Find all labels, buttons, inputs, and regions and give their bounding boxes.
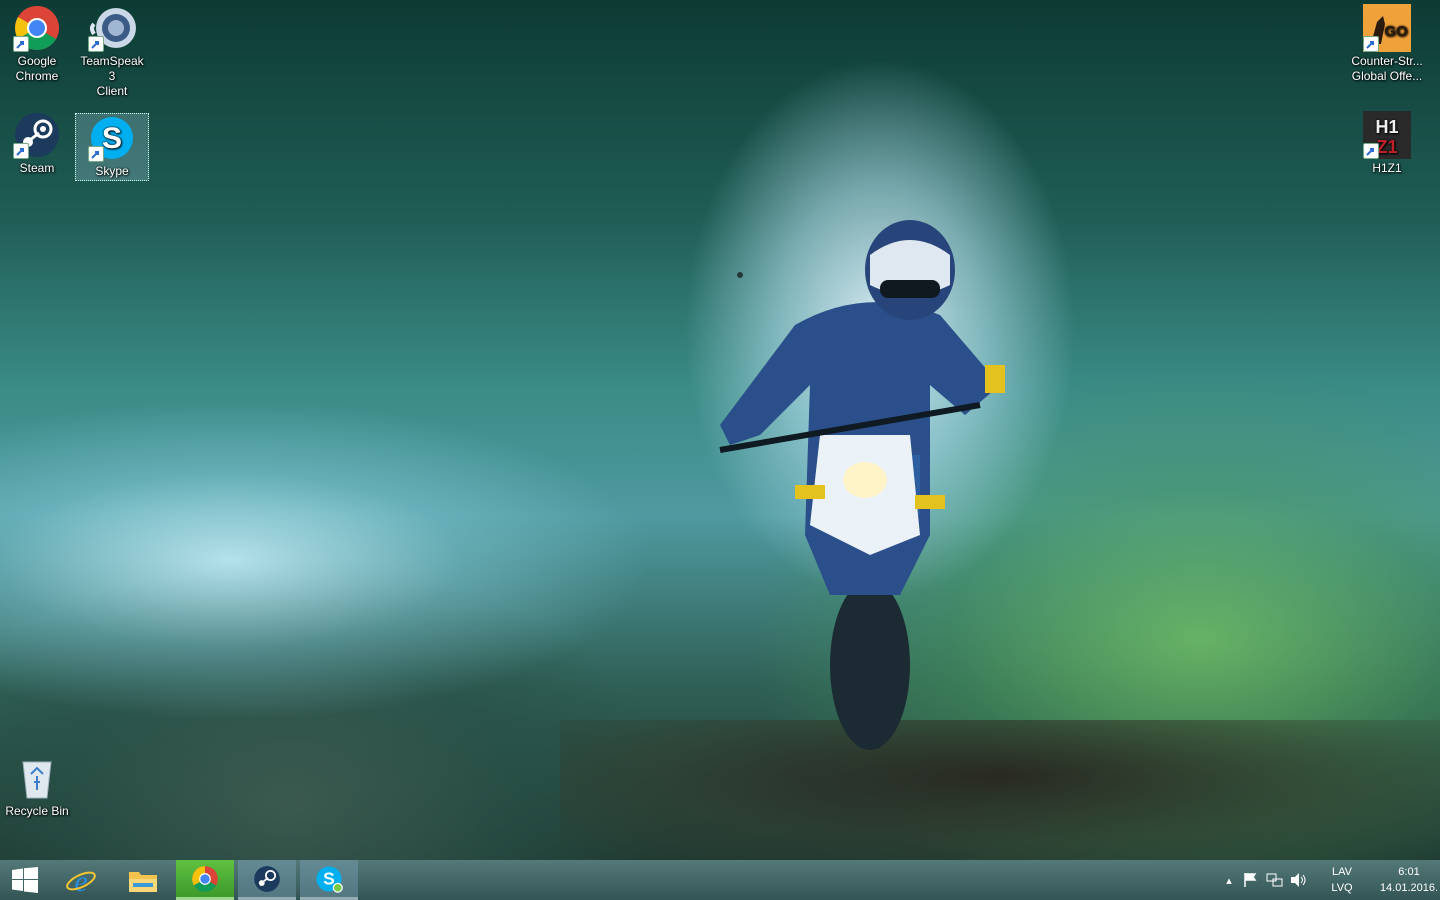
steam-icon — [254, 865, 280, 892]
desktop-icon-label: Steam — [19, 161, 55, 175]
svg-text:S: S — [323, 868, 335, 888]
svg-text:S: S — [102, 122, 122, 155]
shortcut-arrow-icon — [88, 36, 104, 52]
svg-text:H1: H1 — [1375, 117, 1398, 137]
clock[interactable]: 6:01 14.01.2016. — [1374, 864, 1440, 896]
desktop-icon-label: H1Z1 — [1372, 161, 1402, 175]
taskbar-steam[interactable] — [238, 860, 296, 900]
taskbar: e S ▴ LAV LVQ 6:01 14.01.2016. — [0, 860, 1440, 900]
desktop-icon-csgo[interactable]: GO Counter-Str... Global Offe... — [1351, 0, 1423, 84]
desktop-icon-recycle-bin[interactable]: Recycle Bin — [1, 750, 73, 819]
wallpaper-motorcyclist — [719, 220, 1005, 750]
desktop-icon-google-chrome[interactable]: Google Chrome — [1, 0, 73, 84]
windows-logo-icon — [12, 867, 38, 893]
show-hidden-icons-chevron-icon[interactable]: ▴ — [1222, 874, 1236, 887]
desktop-icon-label: Skype — [95, 164, 129, 178]
desktop-icon-label: TeamSpeak 3 Client — [80, 54, 144, 98]
taskbar-skype[interactable]: S — [300, 860, 358, 900]
desktop-icon-label: Recycle Bin — [5, 804, 69, 818]
csgo-icon: GO — [1363, 4, 1411, 52]
shortcut-arrow-icon — [1363, 36, 1379, 52]
desktop-icon-label: Counter-Str... Global Offe... — [1351, 54, 1423, 83]
network-icon[interactable] — [1266, 872, 1284, 888]
svg-text:e: e — [74, 865, 87, 896]
start-button[interactable] — [0, 860, 50, 900]
desktop-icon-teamspeak[interactable]: TeamSpeak 3 Client — [76, 0, 148, 99]
volume-icon[interactable] — [1290, 872, 1308, 888]
action-center-flag-icon[interactable] — [1242, 872, 1258, 888]
desktop-icon-steam[interactable]: Steam — [1, 107, 73, 176]
chrome-icon — [192, 865, 218, 892]
internet-explorer-icon: e — [66, 865, 96, 896]
desktop-wallpaper — [0, 0, 1440, 860]
taskbar-file-explorer[interactable] — [114, 860, 172, 900]
keyboard-layout-code: LVQ — [1331, 882, 1353, 894]
clock-time: 6:01 — [1398, 866, 1420, 878]
skype-icon: S — [316, 866, 343, 893]
language-code: LAV — [1332, 866, 1352, 878]
taskbar-internet-explorer[interactable]: e — [52, 860, 110, 900]
chrome-icon — [13, 4, 61, 52]
skype-icon: S — [88, 114, 136, 162]
folder-icon — [129, 872, 157, 892]
desktop-icon-h1z1[interactable]: H1 Z1 H1Z1 — [1351, 107, 1423, 176]
shortcut-arrow-icon — [13, 36, 29, 52]
desktop-icon-skype[interactable]: S Skype — [75, 113, 149, 181]
shortcut-arrow-icon — [1363, 143, 1379, 159]
svg-text:Z1: Z1 — [1376, 137, 1397, 157]
shortcut-arrow-icon — [88, 146, 104, 162]
clock-date: 14.01.2016. — [1379, 882, 1439, 894]
recycle-bin-icon — [13, 754, 61, 802]
svg-text:GO: GO — [1384, 23, 1408, 40]
shortcut-arrow-icon — [13, 143, 29, 159]
teamspeak-icon — [88, 4, 136, 52]
desktop-icon-label: Google Chrome — [15, 54, 59, 83]
system-tray: ▴ LAV LVQ 6:01 14.01.2016. — [1222, 860, 1440, 900]
input-language-indicator[interactable]: LAV LVQ — [1324, 864, 1360, 896]
steam-icon — [13, 111, 61, 159]
h1z1-icon: H1 Z1 — [1363, 111, 1411, 159]
taskbar-google-chrome[interactable] — [176, 860, 234, 900]
